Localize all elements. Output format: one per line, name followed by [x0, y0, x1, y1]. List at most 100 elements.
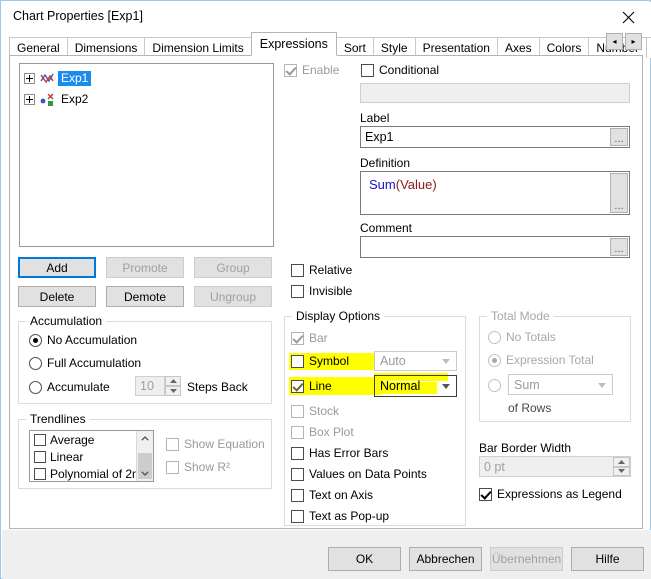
delete-button[interactable]: Delete — [18, 286, 96, 307]
steps-back-stepper[interactable] — [165, 376, 181, 396]
checkbox-label: Enable — [302, 63, 340, 77]
total-mode-legend: Total Mode — [487, 309, 554, 323]
window-title: Chart Properties [Exp1] — [13, 9, 143, 23]
symbol-type-value: Auto — [380, 354, 406, 368]
checkbox-indicator — [284, 63, 297, 77]
expression-tree[interactable]: Exp1 Exp2 — [19, 63, 274, 247]
definition-argument-token: (Value) — [395, 177, 437, 192]
checkbox-indicator[interactable] — [34, 467, 46, 480]
plus-icon[interactable] — [24, 73, 35, 84]
bar-checkbox[interactable]: Bar — [291, 331, 328, 345]
group-button[interactable]: Group — [194, 257, 272, 278]
stepper-down-icon[interactable] — [165, 386, 181, 396]
promote-button[interactable]: Promote — [106, 257, 184, 278]
line-checkbox[interactable]: Line — [291, 379, 332, 393]
tab-font[interactable]: Font — [646, 37, 651, 58]
comment-input[interactable] — [360, 236, 630, 258]
chevron-down-icon[interactable] — [137, 466, 153, 481]
show-equation-checkbox[interactable]: Show Equation — [166, 437, 265, 451]
plus-icon[interactable] — [24, 94, 35, 105]
tree-item-label: Exp1 — [58, 71, 92, 86]
tab-scroll-right-icon[interactable]: ▸ — [625, 33, 642, 50]
line-type-dropdown[interactable]: Normal — [374, 375, 457, 397]
box-plot-checkbox[interactable]: Box Plot — [291, 425, 354, 439]
radio-aggregation[interactable] — [488, 379, 506, 392]
radio-full-accumulation[interactable]: Full Accumulation — [29, 356, 141, 370]
has-error-bars-checkbox[interactable]: Has Error Bars — [291, 446, 388, 460]
demote-button[interactable]: Demote — [106, 286, 184, 307]
checkbox-indicator[interactable] — [34, 433, 46, 446]
comment-browse-button[interactable]: ... — [610, 238, 628, 256]
conditional-checkbox[interactable]: Conditional — [361, 63, 439, 77]
text-on-axis-checkbox[interactable]: Text on Axis — [291, 488, 373, 502]
checkbox-indicator — [291, 331, 304, 345]
trendlines-scrollbar[interactable] — [136, 431, 153, 481]
radio-indicator — [488, 353, 501, 367]
add-button[interactable]: Add — [18, 257, 96, 278]
enable-checkbox[interactable]: Enable — [284, 63, 339, 77]
close-icon[interactable] — [605, 2, 651, 32]
help-button[interactable]: Hilfe — [571, 547, 644, 571]
text-as-popup-checkbox[interactable]: Text as Pop-up — [291, 509, 389, 523]
chevron-up-icon[interactable] — [137, 431, 153, 446]
trendlines-list[interactable]: Average Linear Polynomial of 2nd d Polyn… — [29, 430, 154, 482]
steps-back-input[interactable]: 10 — [135, 376, 165, 396]
trendlines-legend: Trendlines — [26, 412, 90, 426]
tab-expressions[interactable]: Expressions — [250, 32, 337, 56]
symbol-checkbox[interactable]: Symbol — [291, 354, 349, 368]
stock-checkbox[interactable]: Stock — [291, 404, 339, 418]
title-bar: Chart Properties [Exp1] — [2, 2, 651, 32]
label-input[interactable]: Exp1 — [360, 126, 630, 148]
checkbox-indicator — [291, 404, 304, 418]
radio-accumulate[interactable]: Accumulate — [29, 380, 110, 394]
relative-checkbox[interactable]: Relative — [291, 263, 352, 277]
stepper-down-icon[interactable] — [613, 466, 630, 476]
show-r2-checkbox[interactable]: Show R² — [166, 460, 230, 474]
radio-expression-total[interactable]: Expression Total — [488, 353, 594, 367]
list-item[interactable]: Average — [30, 431, 153, 448]
tab-scroll-controls: ◂ ▸ — [606, 33, 642, 50]
checkbox-indicator — [291, 467, 304, 481]
tab-list: General Dimensions Dimension Limits Expr… — [9, 32, 651, 58]
chevron-down-icon — [442, 359, 450, 364]
bar-border-width-input[interactable]: 0 pt — [479, 456, 631, 477]
stepper-up-icon[interactable] — [613, 457, 630, 467]
invisible-checkbox[interactable]: Invisible — [291, 284, 352, 298]
line-chart-icon — [40, 71, 55, 86]
ungroup-button[interactable]: Ungroup — [194, 286, 272, 307]
chevron-down-icon — [442, 384, 450, 389]
display-options-legend: Display Options — [292, 309, 385, 323]
symbol-type-dropdown[interactable]: Auto — [374, 351, 457, 371]
radio-no-totals[interactable]: No Totals — [488, 330, 556, 344]
list-item[interactable]: Polynomial of 2nd d — [30, 465, 153, 481]
checkbox-label: Stock — [309, 404, 340, 418]
apply-button[interactable]: Übernehmen — [490, 547, 563, 571]
ok-button[interactable]: OK — [328, 547, 401, 571]
checkbox-indicator[interactable] — [34, 450, 46, 463]
list-item[interactable]: Linear — [30, 448, 153, 465]
checkbox-label: Bar — [309, 331, 328, 345]
expressions-as-legend-checkbox[interactable]: Expressions as Legend — [479, 487, 622, 501]
checkbox-label: Show R² — [184, 460, 231, 474]
scatter-chart-icon — [40, 92, 55, 107]
definition-browse-button[interactable]: ... — [610, 173, 628, 213]
bar-border-width-stepper[interactable] — [613, 457, 630, 476]
checkbox-indicator — [291, 263, 304, 277]
checkbox-label: Line — [309, 379, 332, 393]
tab-scroll-left-icon[interactable]: ◂ — [606, 33, 623, 50]
checkbox-indicator — [166, 460, 179, 474]
accumulation-legend: Accumulation — [26, 314, 107, 328]
checkbox-label: Show Equation — [184, 437, 265, 451]
conditional-input[interactable] — [360, 83, 630, 103]
cancel-button[interactable]: Abbrechen — [409, 547, 482, 571]
tree-item-exp1[interactable]: Exp1 — [24, 70, 92, 87]
tree-item-exp2[interactable]: Exp2 — [24, 91, 91, 108]
radio-no-accumulation[interactable]: No Accumulation — [29, 333, 137, 347]
radio-indicator — [29, 380, 42, 394]
definition-input[interactable]: Sum(Value) — [360, 171, 630, 215]
values-on-data-points-checkbox[interactable]: Values on Data Points — [291, 467, 427, 481]
stepper-up-icon[interactable] — [165, 376, 181, 386]
line-type-value: Normal — [380, 379, 421, 393]
aggregation-dropdown[interactable]: Sum — [508, 374, 613, 395]
label-browse-button[interactable]: ... — [610, 128, 628, 146]
